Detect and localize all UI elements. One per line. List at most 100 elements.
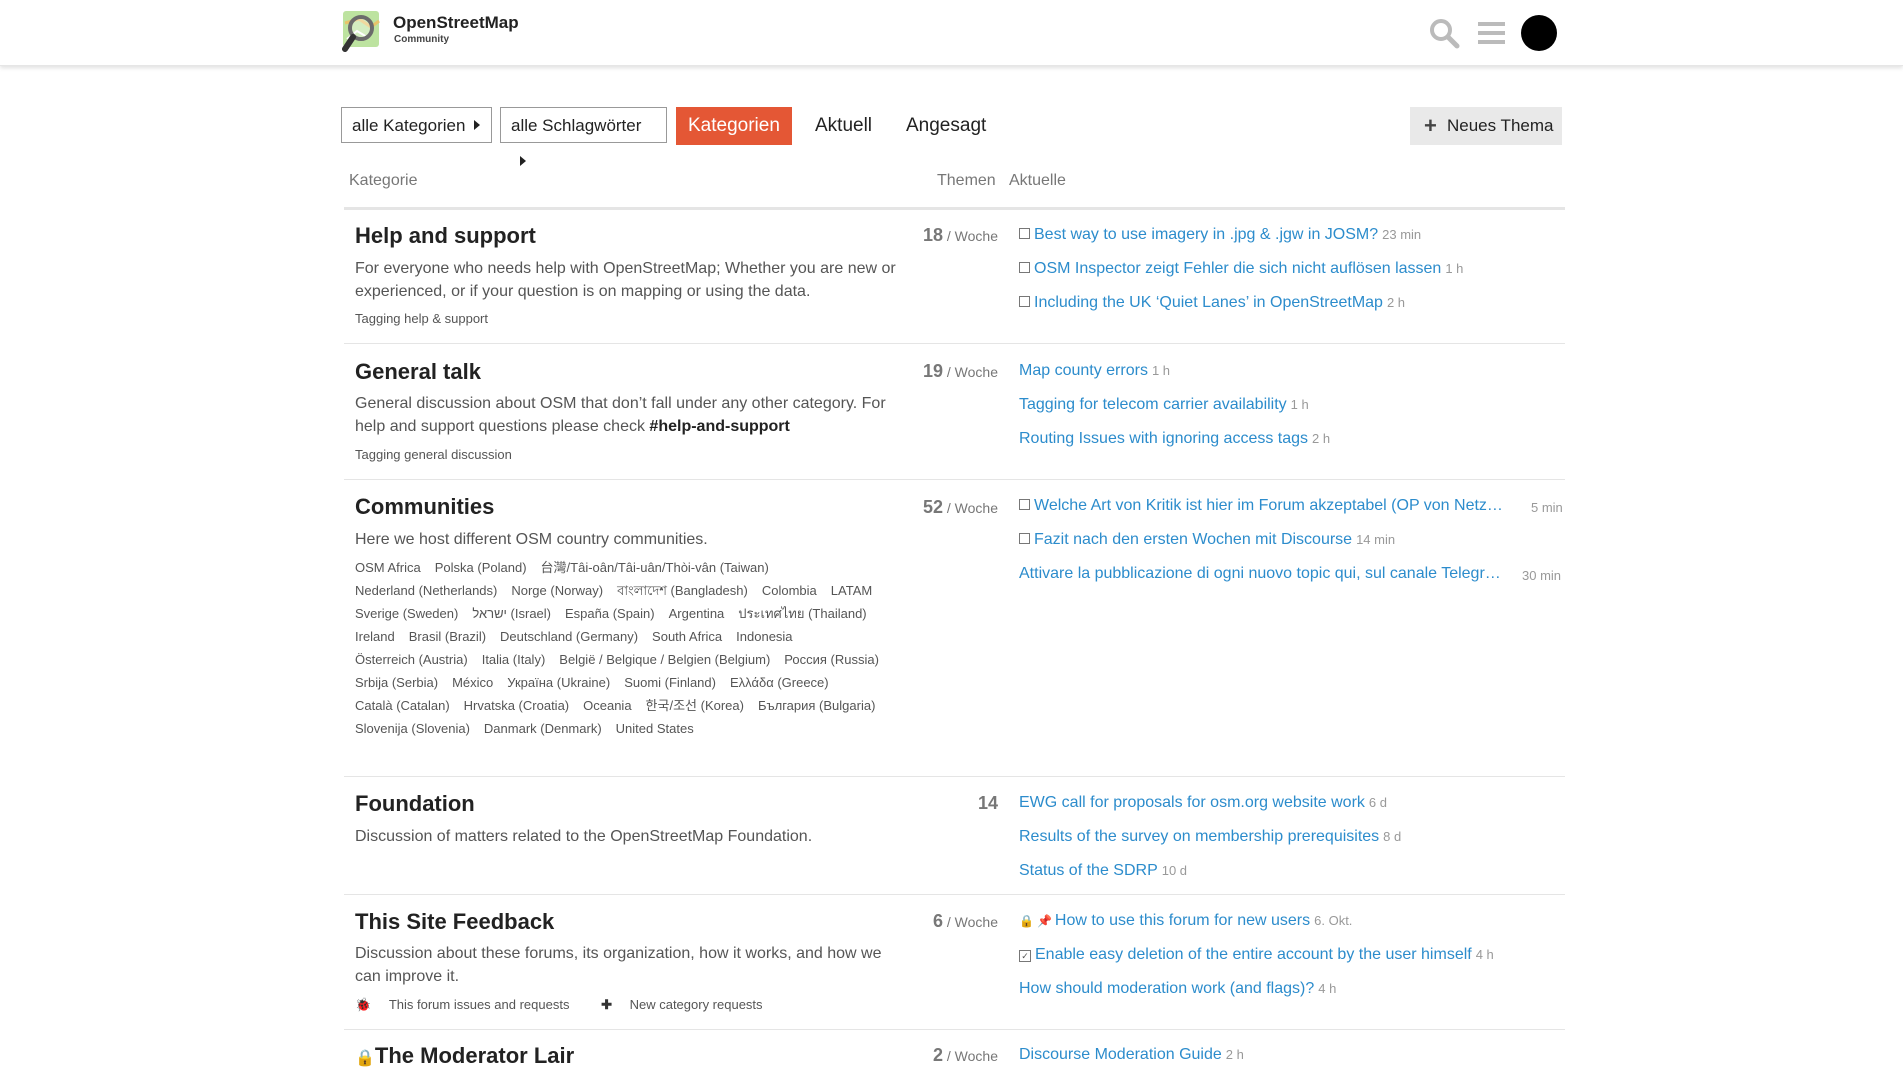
subcategory-link[interactable]: Brasil (Brazil) bbox=[409, 625, 486, 648]
latest-topic-title[interactable]: Best way to use imagery in .jpg & .jgw i… bbox=[1034, 226, 1378, 243]
category-title[interactable]: Communities bbox=[355, 494, 494, 520]
categories-dropdown[interactable]: alle Kategorien bbox=[341, 107, 492, 143]
help-and-support-link[interactable]: #help-and-support bbox=[649, 418, 789, 435]
latest-topic-title[interactable]: Discourse Moderation Guide bbox=[1019, 1046, 1222, 1063]
latest-topic-age: 1 h bbox=[1151, 363, 1171, 378]
latest-topic[interactable]: Routing Issues with ignoring access tags… bbox=[1019, 430, 1330, 448]
subcategory-link[interactable]: ✚ New category requests bbox=[601, 997, 776, 1012]
latest-topic-age: 4 h bbox=[1475, 947, 1494, 962]
logo-title[interactable]: OpenStreetMap bbox=[393, 13, 519, 33]
subcategory-link[interactable]: Srbija (Serbia) bbox=[355, 671, 438, 694]
checkbox-icon bbox=[1019, 533, 1030, 544]
subcategory-link[interactable]: Danmark (Denmark) bbox=[484, 717, 602, 740]
latest-topic[interactable]: Fazit nach den ersten Wochen mit Discour… bbox=[1019, 531, 1395, 549]
subcategory-link[interactable]: México bbox=[452, 671, 493, 694]
latest-topic[interactable]: Discourse Moderation Guide 2 h bbox=[1019, 1046, 1244, 1064]
subcategory-link[interactable]: België / Belgique / Belgien (Belgium) bbox=[559, 648, 770, 671]
new-topic-button[interactable]: + Neues Thema bbox=[1410, 107, 1562, 145]
subcategory-link[interactable]: Deutschland (Germany) bbox=[500, 625, 638, 648]
latest-topic[interactable]: Map county errors 1 h bbox=[1019, 362, 1170, 380]
subcategory-link[interactable]: Україна (Ukraine) bbox=[507, 671, 610, 694]
subcategory-link[interactable]: Tagging general discussion bbox=[355, 447, 512, 462]
subcategory-link[interactable]: Colombia bbox=[762, 579, 817, 602]
subcategory-link[interactable]: Norge (Norway) bbox=[511, 579, 603, 602]
subcategory-link[interactable]: Ελλάδα (Greece) bbox=[730, 671, 829, 694]
tab-top[interactable]: Angesagt bbox=[894, 107, 998, 145]
latest-topic[interactable]: Results of the survey on membership prer… bbox=[1019, 828, 1401, 846]
tab-latest[interactable]: Aktuell bbox=[803, 107, 884, 145]
subcategory-link[interactable]: Ireland bbox=[355, 625, 395, 648]
latest-topic[interactable]: Welche Art von Kritik ist hier im Forum … bbox=[1019, 497, 1503, 515]
subcategory-link[interactable]: България (Bulgaria) bbox=[758, 694, 875, 717]
subcategory-link[interactable]: United States bbox=[616, 717, 694, 740]
subcategory-link[interactable]: 한국/조선 (Korea) bbox=[646, 694, 744, 717]
subcategory-link[interactable]: OSM Africa bbox=[355, 556, 421, 579]
subcategory-link[interactable]: Hrvatska (Croatia) bbox=[464, 694, 569, 717]
topic-count-number: 2 bbox=[932, 1045, 943, 1065]
subcategory-link[interactable]: Indonesia bbox=[736, 625, 792, 648]
subcategory-link[interactable]: South Africa bbox=[652, 625, 722, 648]
tab-categories[interactable]: Kategorien bbox=[676, 107, 792, 145]
latest-topic[interactable]: EWG call for proposals for osm.org websi… bbox=[1019, 794, 1387, 812]
subcategory-link[interactable]: Català (Catalan) bbox=[355, 694, 450, 717]
tags-dropdown[interactable]: alle Schlagwörter bbox=[500, 107, 667, 166]
topic-count: 19 / Woche bbox=[923, 361, 998, 382]
subcategory-link[interactable]: Россия (Russia) bbox=[784, 648, 879, 671]
category-title[interactable]: 🔒The Moderator Lair bbox=[355, 1043, 574, 1069]
user-avatar[interactable] bbox=[1521, 15, 1557, 51]
latest-topic-title[interactable]: Map county errors bbox=[1019, 362, 1148, 379]
latest-topic[interactable]: ✓ Enable easy deletion of the entire acco… bbox=[1019, 946, 1494, 964]
subcategory-link[interactable]: LATAM bbox=[831, 579, 872, 602]
latest-topic[interactable]: Including the UK ‘Quiet Lanes’ in OpenSt… bbox=[1019, 294, 1405, 312]
latest-topic-title[interactable]: Including the UK ‘Quiet Lanes’ in OpenSt… bbox=[1034, 294, 1383, 311]
latest-topic-title[interactable]: How to use this forum for new users bbox=[1055, 912, 1310, 929]
latest-topic[interactable]: How should moderation work (and flags)? 4… bbox=[1019, 980, 1336, 998]
latest-topic[interactable]: Attivare la pubblicazione di ogni nuovo … bbox=[1019, 565, 1501, 583]
subcategory-link[interactable]: España (Spain) bbox=[565, 602, 655, 625]
subcategory-link[interactable]: Polska (Poland) bbox=[435, 556, 527, 579]
latest-topic-title[interactable]: Welche Art von Kritik ist hier im Forum … bbox=[1034, 497, 1503, 515]
logo-subtitle: Community bbox=[394, 34, 449, 45]
search-icon[interactable] bbox=[1427, 16, 1461, 50]
subcategory-link[interactable]: ประเทศไทย (Thailand) bbox=[738, 602, 866, 625]
subcategory-link[interactable]: Italia (Italy) bbox=[482, 648, 546, 671]
subcategory-link[interactable]: ישראל (Israel) bbox=[472, 602, 551, 625]
latest-topic-title[interactable]: Attivare la pubblicazione di ogni nuovo … bbox=[1019, 565, 1501, 583]
latest-topic[interactable]: Tagging for telecom carrier availability… bbox=[1019, 396, 1309, 414]
latest-topic-title[interactable]: How should moderation work (and flags)? bbox=[1019, 980, 1314, 997]
category-title[interactable]: Foundation bbox=[355, 791, 475, 817]
subcategory-link[interactable]: 台灣/Tâi-oân/Tâi-uân/Thòi-vân (Taiwan) bbox=[541, 556, 769, 579]
latest-topic[interactable]: Best way to use imagery in .jpg & .jgw i… bbox=[1019, 226, 1421, 244]
category-title[interactable]: General talk bbox=[355, 359, 481, 385]
latest-topic-title[interactable]: Tagging for telecom carrier availability bbox=[1019, 396, 1287, 413]
latest-topic-title[interactable]: Enable easy deletion of the entire accou… bbox=[1035, 946, 1472, 963]
subcategory-link[interactable]: Tagging help & support bbox=[355, 311, 488, 326]
latest-topic[interactable]: OSM Inspector zeigt Fehler die sich nich… bbox=[1019, 260, 1463, 278]
category-title[interactable]: Help and support bbox=[355, 223, 536, 249]
hamburger-menu-icon[interactable] bbox=[1475, 16, 1509, 50]
latest-topic-title[interactable]: Results of the survey on membership prer… bbox=[1019, 828, 1379, 845]
latest-topic-title[interactable]: Fazit nach den ersten Wochen mit Discour… bbox=[1034, 531, 1352, 548]
subcategory-link[interactable]: Suomi (Finland) bbox=[624, 671, 716, 694]
category-title[interactable]: This Site Feedback bbox=[355, 909, 554, 935]
openstreetmap-logo[interactable] bbox=[341, 9, 385, 53]
subcategory-link[interactable]: 🐞 This forum issues and requests bbox=[355, 997, 583, 1012]
subcategory-link[interactable]: Sverige (Sweden) bbox=[355, 602, 458, 625]
latest-topic-title[interactable]: Routing Issues with ignoring access tags bbox=[1019, 430, 1308, 447]
row-divider bbox=[344, 479, 1565, 480]
subcategory-link[interactable]: Argentina bbox=[669, 602, 725, 625]
latest-topic-title[interactable]: EWG call for proposals for osm.org websi… bbox=[1019, 794, 1365, 811]
latest-topic[interactable]: 🔒 📌 How to use this forum for new users 6. … bbox=[1019, 912, 1352, 930]
latest-topic-age: 8 d bbox=[1383, 829, 1402, 844]
latest-topic-title[interactable]: Status of the SDRP bbox=[1019, 862, 1158, 879]
latest-topic-title[interactable]: OSM Inspector zeigt Fehler die sich nich… bbox=[1034, 260, 1441, 277]
subcategory-link[interactable]: Österreich (Austria) bbox=[355, 648, 468, 671]
latest-topic[interactable]: Status of the SDRP 10 d bbox=[1019, 862, 1187, 880]
subcategory-link[interactable]: Nederland (Netherlands) bbox=[355, 579, 497, 602]
topic-count: 6 / Woche bbox=[933, 911, 998, 932]
subcategory-list: 🐞 This forum issues and requests ✚ New c… bbox=[355, 993, 791, 1016]
subcategory-link[interactable]: Oceania bbox=[583, 694, 631, 717]
plus-cross-icon: ✚ bbox=[601, 997, 616, 1012]
subcategory-link[interactable]: বাংলাদেশ (Bangladesh) bbox=[617, 579, 748, 602]
subcategory-link[interactable]: Slovenija (Slovenia) bbox=[355, 717, 470, 740]
